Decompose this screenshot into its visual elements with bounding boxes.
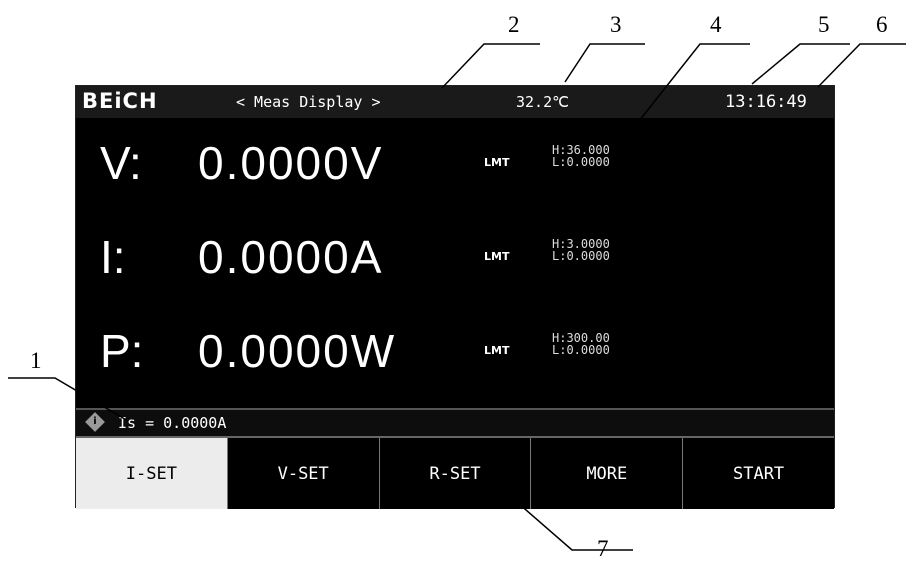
callout-line-2 <box>441 43 540 89</box>
callout-4: 4 <box>710 12 722 37</box>
callout-7: 7 <box>597 536 609 561</box>
callout-line-4 <box>611 43 750 156</box>
callout-line-3 <box>564 43 645 83</box>
callout-3: 3 <box>610 12 622 37</box>
callout-6: 6 <box>876 12 888 37</box>
callout-lines <box>8 43 906 551</box>
callout-line-1 <box>8 377 129 422</box>
callout-line-7 <box>494 482 633 551</box>
callout-2: 2 <box>508 12 520 37</box>
callout-5: 5 <box>818 12 830 37</box>
callout-1: 1 <box>30 348 42 373</box>
callout-line-6 <box>817 43 906 88</box>
callout-line-5 <box>751 43 850 85</box>
